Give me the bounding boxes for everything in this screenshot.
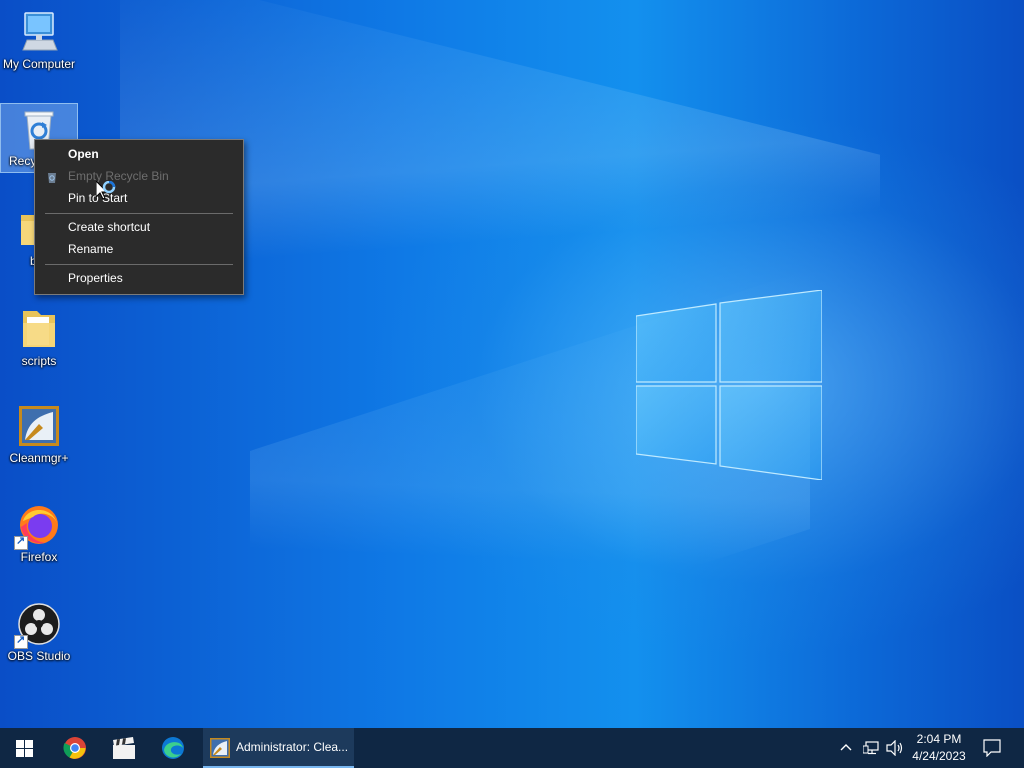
volume-button[interactable] <box>884 728 906 768</box>
desktop-icon-label: OBS Studio <box>7 649 71 663</box>
menu-item-create-shortcut[interactable]: Create shortcut <box>68 218 150 236</box>
notification-icon <box>983 739 1001 757</box>
shortcut-arrow-icon <box>14 534 28 550</box>
desktop-icon-firefox[interactable]: Firefox <box>1 503 77 564</box>
taskbar-edge[interactable] <box>149 728 197 768</box>
computer-icon <box>17 10 61 54</box>
desktop-icon-my-computer[interactable]: My Computer <box>1 10 77 71</box>
desktop-icon-scripts[interactable]: scripts <box>1 307 77 368</box>
clapperboard-icon <box>113 737 135 759</box>
taskbar-active-app[interactable]: Administrator: Clea... <box>203 728 354 768</box>
edge-icon <box>162 737 184 759</box>
menu-item-properties[interactable]: Properties <box>68 269 123 287</box>
desktop-icon-cleanmgr[interactable]: Cleanmgr+ <box>1 404 77 465</box>
volume-icon <box>886 740 903 756</box>
taskbar-app-label: Administrator: Clea... <box>236 740 349 754</box>
firefox-icon <box>14 503 61 550</box>
menu-item-rename[interactable]: Rename <box>68 240 113 258</box>
folder-icon <box>17 307 61 351</box>
windows-start-icon <box>16 740 33 757</box>
context-menu: Open Empty Recycle Bin Pin to Start Crea… <box>34 139 244 295</box>
desktop-icon-obs-studio[interactable]: OBS Studio <box>1 602 77 663</box>
shortcut-arrow-icon <box>14 633 28 649</box>
desktop-icon-label: Cleanmgr+ <box>9 451 69 465</box>
desktop-icon-label: scripts <box>21 354 57 368</box>
busy-cursor-icon <box>96 181 116 200</box>
action-center-button[interactable] <box>978 728 1008 768</box>
desktop-icon-label: My Computer <box>2 57 76 71</box>
chevron-up-icon <box>840 744 852 751</box>
start-button[interactable] <box>0 728 48 768</box>
taskbar: Administrator: Clea... 2:04 PM 4/24/2023 <box>0 728 1024 768</box>
obs-icon <box>14 602 61 649</box>
cleanmgr-icon <box>17 404 61 448</box>
desktop-icon-label: Firefox <box>20 550 58 564</box>
taskbar-video-editor[interactable] <box>100 728 148 768</box>
cleanmgr-icon <box>210 738 230 758</box>
menu-separator <box>45 264 233 265</box>
network-icon <box>863 741 879 755</box>
show-hidden-icons-button[interactable] <box>836 728 856 768</box>
menu-item-open[interactable]: Open <box>68 145 99 163</box>
clock[interactable]: 2:04 PM 4/24/2023 <box>906 728 972 768</box>
chrome-icon <box>63 737 86 759</box>
recycle-bin-small-icon <box>48 173 56 183</box>
windows-wallpaper-logo <box>636 290 822 480</box>
network-button[interactable] <box>860 728 882 768</box>
taskbar-chrome[interactable] <box>51 728 99 768</box>
menu-separator <box>45 213 233 214</box>
clock-date: 4/24/2023 <box>912 749 966 763</box>
clock-time: 2:04 PM <box>916 732 962 746</box>
